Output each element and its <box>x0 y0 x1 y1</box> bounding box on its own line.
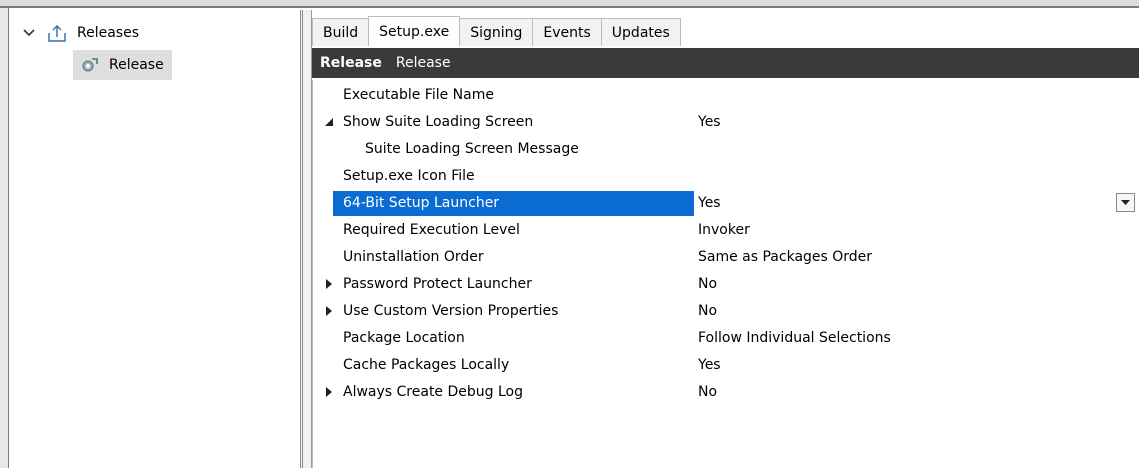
tab-strip: Build Setup.exe Signing Events Updates <box>312 16 681 48</box>
grid-header: Release Release <box>312 48 1139 78</box>
property-name: Show Suite Loading Screen <box>343 114 534 130</box>
tab-events[interactable]: Events <box>532 18 602 46</box>
property-row[interactable]: Uninstallation Order Same as Packages Or… <box>313 244 1139 271</box>
tab-signing[interactable]: Signing <box>459 18 534 46</box>
property-value[interactable]: Follow Individual Selections <box>698 325 891 352</box>
property-name: Executable File Name <box>343 87 494 103</box>
property-row[interactable]: Cache Packages Locally Yes <box>313 352 1139 379</box>
tree-item-release[interactable]: Release <box>73 50 172 80</box>
property-row[interactable]: Always Create Debug Log No <box>313 379 1139 406</box>
property-name: Always Create Debug Log <box>343 384 523 400</box>
property-name: Password Protect Launcher <box>343 276 532 292</box>
property-row[interactable]: Executable File Name <box>313 82 1139 109</box>
property-value[interactable]: Same as Packages Order <box>698 244 872 271</box>
property-row[interactable]: Suite Loading Screen Message <box>313 136 1139 163</box>
property-row[interactable]: Show Suite Loading Screen Yes <box>313 109 1139 136</box>
expand-triangle-icon[interactable] <box>323 278 335 290</box>
property-value[interactable]: Yes <box>698 190 721 217</box>
property-value[interactable]: No <box>698 298 717 325</box>
property-name: Setup.exe Icon File <box>343 168 475 184</box>
property-grid: Executable File Name Show Suite Loading … <box>312 80 1139 468</box>
property-row[interactable]: Use Custom Version Properties No <box>313 298 1139 325</box>
dropdown-button[interactable] <box>1116 193 1135 212</box>
upload-icon <box>47 23 67 43</box>
property-value[interactable]: No <box>698 379 717 406</box>
property-name: Cache Packages Locally <box>343 357 510 373</box>
property-name: 64-Bit Setup Launcher <box>343 195 500 211</box>
property-row[interactable]: Package Location Follow Individual Selec… <box>313 325 1139 352</box>
pane-splitter[interactable] <box>300 10 312 468</box>
tab-updates[interactable]: Updates <box>600 18 681 46</box>
property-value[interactable]: Invoker <box>698 217 750 244</box>
property-name: Uninstallation Order <box>343 249 484 265</box>
property-value[interactable]: Yes <box>698 109 721 136</box>
expand-triangle-icon[interactable] <box>323 305 335 317</box>
tab-setup-exe[interactable]: Setup.exe <box>368 16 461 46</box>
header-title: Release <box>320 55 382 71</box>
expand-triangle-icon[interactable] <box>323 386 335 398</box>
tab-build[interactable]: Build <box>312 18 370 46</box>
property-row[interactable]: Required Execution Level Invoker <box>313 217 1139 244</box>
property-name: Package Location <box>343 330 465 346</box>
property-row-selected[interactable]: 64-Bit Setup Launcher Yes <box>313 190 1139 217</box>
release-tree: Releases Release <box>9 10 300 468</box>
property-name: Required Execution Level <box>343 222 520 238</box>
release-gear-icon <box>79 55 99 75</box>
property-name: Use Custom Version Properties <box>343 303 559 319</box>
chevron-down-icon[interactable] <box>21 25 37 41</box>
property-value[interactable]: Yes <box>698 352 721 379</box>
collapse-triangle-icon[interactable] <box>323 116 335 128</box>
tree-item-label: Release <box>109 57 164 73</box>
chevron-down-icon <box>1121 199 1130 205</box>
top-border <box>0 0 1139 8</box>
property-name: Suite Loading Screen Message <box>365 141 579 157</box>
property-row[interactable]: Password Protect Launcher No <box>313 271 1139 298</box>
left-border <box>0 8 9 468</box>
window: Releases Release Build Setup.exe Signing… <box>0 0 1139 468</box>
tree-item-label: Releases <box>77 25 139 41</box>
tree-item-releases[interactable]: Releases <box>21 20 139 46</box>
property-value[interactable]: No <box>698 271 717 298</box>
property-row[interactable]: Setup.exe Icon File <box>313 163 1139 190</box>
header-subtitle: Release <box>395 55 451 71</box>
